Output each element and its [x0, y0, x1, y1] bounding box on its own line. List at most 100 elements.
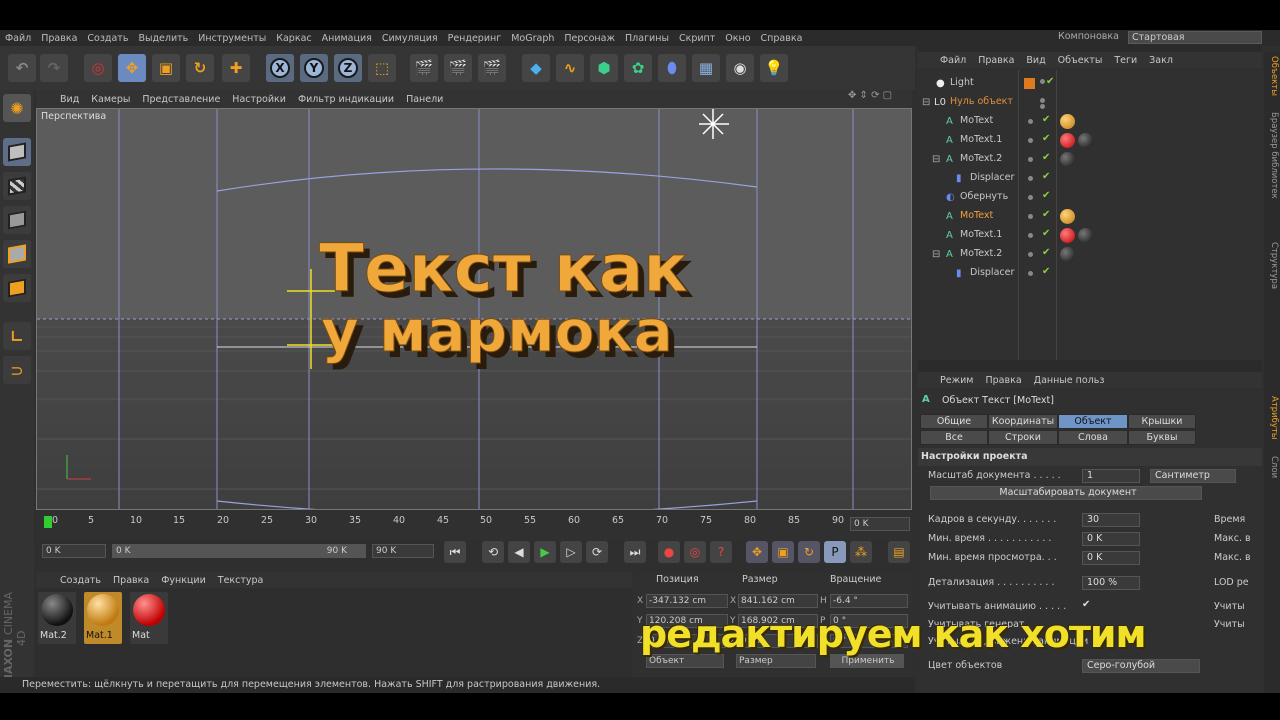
key-pla-icon[interactable]: ⁂	[850, 541, 872, 563]
visibility-dot[interactable]	[1028, 119, 1033, 124]
visibility-dot[interactable]	[1040, 98, 1045, 103]
play-icon[interactable]: ▶	[534, 541, 556, 563]
om-menu-bookmarks[interactable]: Закл	[1143, 55, 1179, 66]
menu-animate[interactable]: Анимация	[317, 33, 377, 44]
tab-letters[interactable]: Буквы	[1128, 430, 1196, 445]
render-dot[interactable]	[1040, 104, 1045, 109]
subdivision-icon[interactable]: ⬢	[590, 54, 618, 82]
fps-field[interactable]: 30	[1082, 513, 1140, 527]
object-row[interactable]: A MoText ✔	[918, 207, 1262, 226]
tab-words[interactable]: Слова	[1058, 430, 1128, 445]
object-row[interactable]: ⊟ A MoText.2 ✔	[918, 150, 1262, 169]
viewport-menu-filter[interactable]: Фильтр индикации	[292, 94, 400, 105]
enabled-check-icon[interactable]: ✔	[1042, 114, 1050, 125]
om-menu-view[interactable]: Вид	[1020, 55, 1051, 66]
object-mode-icon[interactable]	[3, 138, 31, 166]
x-size-field[interactable]: 841.162 cm	[738, 594, 818, 608]
attr-menu-userdata[interactable]: Данные польз	[1028, 375, 1111, 386]
om-menu-file[interactable]: Файл	[934, 55, 972, 66]
tab-structure-vertical[interactable]: Структура	[1265, 242, 1279, 289]
perspective-viewport[interactable]: Текст как Текст как у мармока у мармока …	[36, 108, 912, 510]
key-scale-icon[interactable]: ▣	[772, 541, 794, 563]
object-row[interactable]: ● Light ✔	[918, 74, 1262, 93]
end-frame-field[interactable]: 90 K	[372, 544, 434, 558]
polygons-mode-icon[interactable]	[3, 274, 31, 302]
material-tag-black[interactable]	[1078, 133, 1093, 148]
collapse-icon[interactable]: ⊟	[932, 249, 941, 260]
om-menu-tags[interactable]: Теги	[1108, 55, 1143, 66]
snap-magnet-icon[interactable]: ⊃	[3, 356, 31, 384]
viewport-menu-panel[interactable]: Панели	[400, 94, 449, 105]
viewport-nav-icons[interactable]: ✥ ⇕ ⟳ ▢	[848, 90, 892, 101]
object-color-select[interactable]: Серо-голубой	[1082, 659, 1200, 673]
tab-all[interactable]: Все	[920, 430, 988, 445]
tab-content-browser-vertical[interactable]: Браузер библиотек	[1265, 112, 1279, 199]
visibility-dot[interactable]	[1028, 138, 1033, 143]
material-swatch[interactable]: Mat.2	[38, 592, 76, 644]
loop-forward-icon[interactable]: ⟳	[586, 541, 608, 563]
texture-mode-icon[interactable]	[3, 172, 31, 200]
menu-file[interactable]: Файл	[0, 33, 36, 44]
scale-document-button[interactable]: Масштабировать документ	[930, 486, 1202, 500]
object-row[interactable]: ⊟ A MoText.2 ✔	[918, 245, 1262, 264]
floor-icon[interactable]: ▦	[692, 54, 720, 82]
viewport-menu-options[interactable]: Настройки	[226, 94, 292, 105]
range-slider[interactable]: 0 K 90 K	[112, 544, 366, 558]
enabled-check-icon[interactable]: ✔	[1042, 209, 1050, 220]
object-row[interactable]: ◐ Обернуть ✔	[918, 188, 1262, 207]
goto-start-icon[interactable]: ⏮	[444, 541, 466, 563]
material-tag-red[interactable]	[1060, 228, 1075, 243]
scale-icon[interactable]: ▣	[152, 54, 180, 82]
visibility-dot[interactable]	[1028, 195, 1033, 200]
y-axis-icon[interactable]: Y	[300, 54, 328, 82]
rotate-icon[interactable]: ↻	[186, 54, 214, 82]
camera-icon[interactable]: ◉	[726, 54, 754, 82]
object-row[interactable]: ⊟ L0 Нуль объект	[918, 93, 1262, 112]
visibility-dot[interactable]	[1028, 176, 1033, 181]
material-tag-black[interactable]	[1078, 228, 1093, 243]
attr-menu-mode[interactable]: Режим	[934, 375, 979, 386]
visibility-dot[interactable]	[1040, 79, 1045, 84]
menu-help[interactable]: Справка	[756, 33, 808, 44]
menu-render[interactable]: Рендеринг	[443, 33, 507, 44]
object-row[interactable]: A MoText.1 ✔	[918, 131, 1262, 150]
start-frame-field[interactable]: 0 K	[42, 544, 106, 558]
object-row[interactable]: A MoText ✔	[918, 112, 1262, 131]
enabled-check-icon[interactable]: ✔	[1042, 152, 1050, 163]
material-tag-black[interactable]	[1060, 247, 1075, 262]
autokey-icon[interactable]: ◎	[684, 541, 706, 563]
deformer-icon[interactable]: ⬮	[658, 54, 686, 82]
record-icon[interactable]: ●	[658, 541, 680, 563]
enabled-check-icon[interactable]: ✔	[1042, 133, 1050, 144]
collapse-icon[interactable]: ⊟	[922, 97, 931, 108]
min-time-field[interactable]: 0 K	[1082, 532, 1140, 546]
workplane-icon[interactable]: ∟	[3, 322, 31, 350]
keyframe-help-icon[interactable]: ?	[710, 541, 732, 563]
enabled-check-icon[interactable]: ✔	[1042, 266, 1050, 277]
object-row[interactable]: A MoText.1 ✔	[918, 226, 1262, 245]
material-menu-create[interactable]: Создать	[54, 575, 107, 586]
layout-select[interactable]: Стартовая	[1128, 31, 1262, 44]
spline-icon[interactable]: ∿	[556, 54, 584, 82]
tab-basic[interactable]: Общие	[920, 414, 988, 429]
current-frame-field[interactable]: 0 K	[850, 517, 910, 531]
visibility-dot[interactable]	[1028, 252, 1033, 257]
menu-simulate[interactable]: Симуляция	[377, 33, 443, 44]
menu-mesh[interactable]: Каркас	[271, 33, 316, 44]
redo-icon[interactable]: ↷	[40, 54, 68, 82]
visibility-dot[interactable]	[1028, 233, 1033, 238]
live-select-icon[interactable]: ◎	[84, 54, 112, 82]
visibility-dot[interactable]	[1028, 157, 1033, 162]
step-back-icon[interactable]: ◀	[508, 541, 530, 563]
x-position-field[interactable]: -347.132 cm	[646, 594, 728, 608]
menu-edit[interactable]: Правка	[36, 33, 82, 44]
tab-attributes-vertical[interactable]: Атрибуты	[1265, 396, 1279, 440]
viewport-menu-display[interactable]: Представление	[136, 94, 226, 105]
material-tag-black[interactable]	[1060, 152, 1075, 167]
undo-icon[interactable]: ↶	[8, 54, 36, 82]
menu-script[interactable]: Скрипт	[674, 33, 720, 44]
key-move-icon[interactable]: ✥	[746, 541, 768, 563]
h-rotation-field[interactable]: -6.4 °	[830, 594, 908, 608]
menu-character[interactable]: Персонаж	[559, 33, 620, 44]
object-row[interactable]: ▮ Displacer ✔	[918, 264, 1262, 283]
